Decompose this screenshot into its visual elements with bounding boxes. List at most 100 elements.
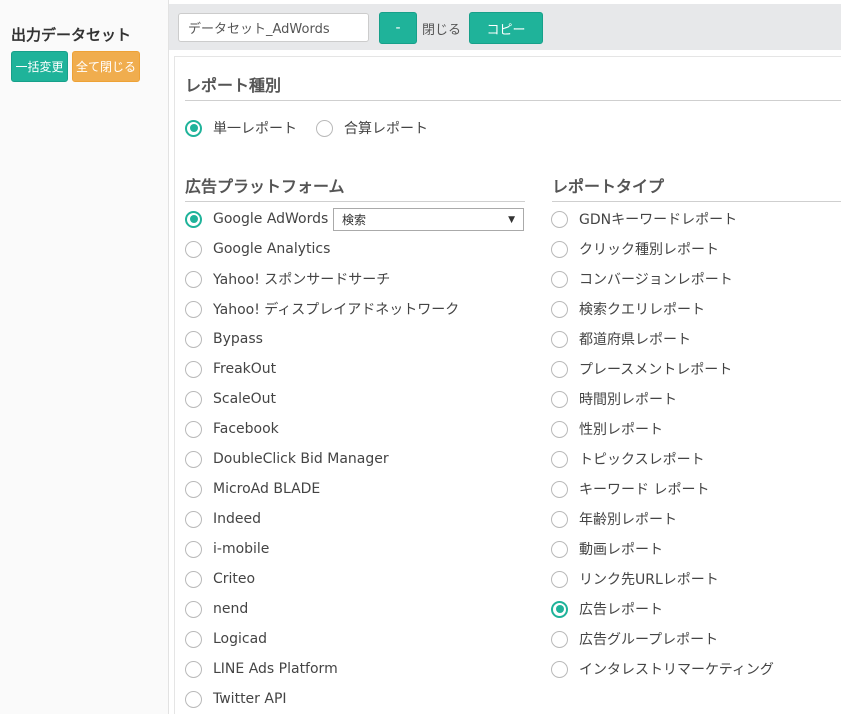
- adwords-network-select[interactable]: 検索 ▼: [333, 208, 524, 231]
- platform-option[interactable]: Yahoo! ディスプレイアドネットワーク: [185, 299, 459, 319]
- report-type-option[interactable]: 時間別レポート: [551, 389, 677, 409]
- copy-button[interactable]: コピー: [469, 12, 543, 44]
- radio-unchecked-icon[interactable]: [185, 630, 202, 648]
- radio-unchecked-icon[interactable]: [185, 510, 202, 528]
- radio-unchecked-icon[interactable]: [551, 390, 568, 408]
- radio-unchecked-icon[interactable]: [551, 360, 568, 378]
- report-type-option[interactable]: インタレストリマーケティング: [551, 659, 774, 679]
- radio-checked-icon[interactable]: [185, 210, 202, 228]
- radio-unchecked-icon[interactable]: [185, 450, 202, 468]
- radio-checked-icon[interactable]: [551, 600, 568, 618]
- radio-unchecked-icon[interactable]: [551, 450, 568, 468]
- platform-label: Yahoo! ディスプレイアドネットワーク: [213, 302, 460, 318]
- report-type-label: インタレストリマーケティング: [579, 662, 774, 678]
- platform-label: Logicad: [213, 631, 268, 647]
- close-link[interactable]: 閉じる: [422, 19, 461, 38]
- radio-unchecked-icon[interactable]: [316, 119, 333, 137]
- report-type-option[interactable]: 広告グループレポート: [551, 629, 718, 649]
- bulk-change-button[interactable]: 一括変更: [11, 51, 68, 82]
- radio-unchecked-icon[interactable]: [551, 270, 568, 288]
- platform-option[interactable]: Logicad: [185, 629, 267, 649]
- report-type-option[interactable]: プレースメントレポート: [551, 359, 732, 379]
- platform-label: Indeed: [213, 511, 262, 527]
- radio-unchecked-icon[interactable]: [551, 480, 568, 498]
- platform-option[interactable]: Yahoo! スポンサードサーチ: [185, 269, 390, 289]
- radio-unchecked-icon[interactable]: [185, 270, 202, 288]
- platform-option[interactable]: Indeed: [185, 509, 261, 529]
- report-type-option[interactable]: 広告レポート: [551, 599, 663, 619]
- report-type-label: 都道府県レポート: [579, 332, 691, 348]
- platform-option[interactable]: Google AdWords: [185, 209, 328, 229]
- radio-unchecked-icon[interactable]: [185, 420, 202, 438]
- radio-unchecked-icon[interactable]: [185, 690, 202, 708]
- platform-option[interactable]: nend: [185, 599, 248, 619]
- radio-unchecked-icon[interactable]: [551, 210, 568, 228]
- report-type-label: 動画レポート: [579, 542, 663, 558]
- report-type-option[interactable]: GDNキーワードレポート: [551, 209, 737, 229]
- sidebar-title: 出力データセット: [11, 26, 132, 44]
- radio-unchecked-icon[interactable]: [551, 660, 568, 678]
- report-kind-option[interactable]: 合算レポート: [316, 118, 428, 138]
- platform-label: ScaleOut: [213, 391, 277, 407]
- radio-unchecked-icon[interactable]: [185, 300, 202, 318]
- platform-heading: 広告プラットフォーム: [185, 173, 525, 202]
- report-type-option[interactable]: トピックスレポート: [551, 449, 705, 469]
- report-type-option[interactable]: 動画レポート: [551, 539, 663, 559]
- radio-unchecked-icon[interactable]: [551, 300, 568, 318]
- radio-unchecked-icon[interactable]: [185, 600, 202, 618]
- sidebar: 出力データセット 一括変更 全て閉じる: [0, 0, 168, 714]
- radio-unchecked-icon[interactable]: [185, 390, 202, 408]
- radio-unchecked-icon[interactable]: [551, 240, 568, 258]
- platform-option[interactable]: DoubleClick Bid Manager: [185, 449, 389, 469]
- report-type-option[interactable]: コンバージョンレポート: [551, 269, 733, 289]
- report-type-option[interactable]: クリック種別レポート: [551, 239, 719, 259]
- platform-option[interactable]: Google Analytics: [185, 239, 330, 259]
- platform-label: MicroAd BLADE: [213, 481, 321, 497]
- dataset-name-input[interactable]: [178, 13, 369, 42]
- report-kind-heading: レポート種別: [185, 72, 841, 101]
- platform-option[interactable]: LINE Ads Platform: [185, 659, 338, 679]
- radio-unchecked-icon[interactable]: [185, 660, 202, 678]
- report-type-option[interactable]: リンク先URLレポート: [551, 569, 719, 589]
- radio-unchecked-icon[interactable]: [551, 540, 568, 558]
- platform-label: Google AdWords: [213, 211, 329, 227]
- radio-unchecked-icon[interactable]: [185, 540, 202, 558]
- platform-label: DoubleClick Bid Manager: [213, 451, 389, 467]
- report-type-option[interactable]: 都道府県レポート: [551, 329, 691, 349]
- platform-label: Google Analytics: [213, 241, 331, 257]
- platform-label: Criteo: [213, 571, 256, 587]
- radio-checked-icon[interactable]: [185, 119, 202, 137]
- radio-unchecked-icon[interactable]: [551, 510, 568, 528]
- radio-unchecked-icon[interactable]: [185, 570, 202, 588]
- report-type-option[interactable]: 年齢別レポート: [551, 509, 677, 529]
- platform-option[interactable]: Criteo: [185, 569, 255, 589]
- report-type-label: 年齢別レポート: [579, 512, 677, 528]
- radio-unchecked-icon[interactable]: [185, 480, 202, 498]
- report-kind-option[interactable]: 単一レポート: [185, 118, 297, 138]
- radio-unchecked-icon[interactable]: [551, 330, 568, 348]
- report-type-option[interactable]: 性別レポート: [551, 419, 663, 439]
- radio-unchecked-icon[interactable]: [185, 240, 202, 258]
- platform-option[interactable]: Twitter API: [185, 689, 287, 709]
- radio-unchecked-icon[interactable]: [551, 420, 568, 438]
- platform-option[interactable]: FreakOut: [185, 359, 276, 379]
- close-all-button[interactable]: 全て閉じる: [72, 51, 140, 82]
- report-type-option[interactable]: 検索クエリレポート: [551, 299, 705, 319]
- report-type-label: GDNキーワードレポート: [579, 212, 738, 228]
- radio-unchecked-icon[interactable]: [185, 360, 202, 378]
- platform-option[interactable]: i-mobile: [185, 539, 269, 559]
- platform-option[interactable]: Bypass: [185, 329, 263, 349]
- platform-label: nend: [213, 601, 249, 617]
- radio-unchecked-icon[interactable]: [185, 330, 202, 348]
- report-type-label: プレースメントレポート: [579, 362, 733, 378]
- platform-option[interactable]: Facebook: [185, 419, 279, 439]
- platform-option[interactable]: MicroAd BLADE: [185, 479, 320, 499]
- platform-label: LINE Ads Platform: [213, 661, 338, 677]
- report-type-option[interactable]: キーワード レポート: [551, 479, 709, 499]
- radio-unchecked-icon[interactable]: [551, 630, 568, 648]
- collapse-button[interactable]: -: [379, 12, 417, 44]
- radio-unchecked-icon[interactable]: [551, 570, 568, 588]
- platform-option[interactable]: ScaleOut: [185, 389, 276, 409]
- platform-label: Twitter API: [213, 691, 287, 707]
- platform-label: Facebook: [213, 421, 279, 437]
